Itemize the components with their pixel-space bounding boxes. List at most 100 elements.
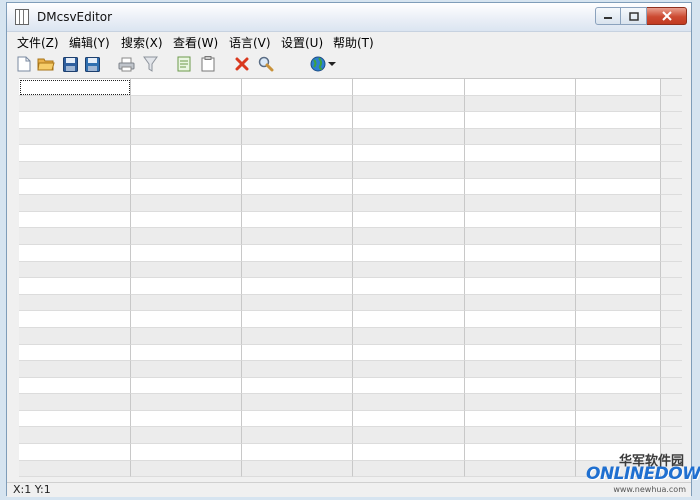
grid-cell[interactable] — [465, 245, 576, 262]
language-button[interactable] — [309, 55, 327, 73]
grid-cell[interactable] — [353, 262, 465, 279]
menu-view[interactable]: 查看(W) — [173, 34, 218, 51]
paste-button[interactable] — [199, 55, 217, 73]
save-button[interactable] — [61, 55, 79, 73]
menu-search[interactable]: 搜索(X) — [121, 34, 163, 51]
grid-cell[interactable] — [353, 179, 465, 196]
grid-cell[interactable] — [353, 162, 465, 179]
grid-cell[interactable] — [19, 427, 131, 444]
grid-cell[interactable] — [576, 96, 661, 113]
grid-cell[interactable] — [353, 245, 465, 262]
grid-cell[interactable] — [131, 295, 242, 312]
grid-cell[interactable] — [465, 444, 576, 461]
grid-cell[interactable] — [131, 262, 242, 279]
grid-cell[interactable] — [465, 295, 576, 312]
grid-cell[interactable] — [242, 96, 353, 113]
grid-cell[interactable] — [242, 79, 353, 96]
grid-cell[interactable] — [19, 295, 131, 312]
grid-cell[interactable] — [576, 328, 661, 345]
grid-cell[interactable] — [131, 444, 242, 461]
grid-cell[interactable] — [576, 295, 661, 312]
print-button[interactable] — [117, 55, 135, 73]
copy-button[interactable] — [175, 55, 193, 73]
grid-cell[interactable] — [242, 228, 353, 245]
grid-cell[interactable] — [242, 311, 353, 328]
grid-cell[interactable] — [576, 311, 661, 328]
grid-cell[interactable] — [576, 245, 661, 262]
grid-cell[interactable] — [576, 79, 661, 96]
grid-cell[interactable] — [131, 394, 242, 411]
grid-cell[interactable] — [465, 195, 576, 212]
grid-cell[interactable] — [465, 361, 576, 378]
grid-cell[interactable] — [19, 79, 131, 96]
grid-cell[interactable] — [576, 195, 661, 212]
grid-cell[interactable] — [576, 394, 661, 411]
grid-cell[interactable] — [242, 427, 353, 444]
menu-file[interactable]: 文件(Z) — [17, 34, 59, 51]
grid-cell[interactable] — [576, 278, 661, 295]
grid-cell[interactable] — [242, 245, 353, 262]
grid-cell[interactable] — [353, 145, 465, 162]
grid-cell[interactable] — [353, 278, 465, 295]
grid-cell[interactable] — [353, 311, 465, 328]
grid-cell[interactable] — [242, 145, 353, 162]
grid-cell[interactable] — [131, 278, 242, 295]
grid-cell[interactable] — [465, 311, 576, 328]
data-grid[interactable] — [19, 78, 682, 477]
grid-cell[interactable] — [242, 278, 353, 295]
grid-cell[interactable] — [465, 394, 576, 411]
grid-cell[interactable] — [131, 79, 242, 96]
grid-cell[interactable] — [576, 345, 661, 362]
grid-cell[interactable] — [242, 162, 353, 179]
grid-cell[interactable] — [353, 112, 465, 129]
grid-cell[interactable] — [19, 195, 131, 212]
grid-cell[interactable] — [353, 427, 465, 444]
grid-cell[interactable] — [465, 179, 576, 196]
grid-cell[interactable] — [353, 461, 465, 477]
grid-cell[interactable] — [131, 378, 242, 395]
grid-cell[interactable] — [131, 328, 242, 345]
minimize-button[interactable] — [595, 7, 621, 25]
filter-button[interactable] — [141, 55, 159, 73]
grid-cell[interactable] — [353, 79, 465, 96]
grid-cell[interactable] — [131, 96, 242, 113]
grid-cell[interactable] — [242, 129, 353, 146]
grid-cell[interactable] — [19, 378, 131, 395]
grid-cell[interactable] — [353, 129, 465, 146]
save-as-button[interactable] — [83, 55, 101, 73]
grid-cell[interactable] — [19, 96, 131, 113]
grid-cell[interactable] — [242, 444, 353, 461]
grid-cell[interactable] — [465, 162, 576, 179]
grid-cell[interactable] — [576, 145, 661, 162]
grid-cell[interactable] — [242, 361, 353, 378]
grid-cell[interactable] — [131, 112, 242, 129]
grid-cell[interactable] — [353, 394, 465, 411]
grid-cell[interactable] — [19, 345, 131, 362]
grid-cell[interactable] — [465, 461, 576, 477]
grid-cell[interactable] — [242, 461, 353, 477]
grid-cell[interactable] — [19, 278, 131, 295]
grid-cell[interactable] — [19, 245, 131, 262]
menu-help[interactable]: 帮助(T) — [333, 34, 374, 51]
grid-cell[interactable] — [576, 179, 661, 196]
grid-cell[interactable] — [576, 162, 661, 179]
grid-cell[interactable] — [353, 96, 465, 113]
grid-cell[interactable] — [131, 411, 242, 428]
menu-settings[interactable]: 设置(U) — [281, 34, 323, 51]
grid-cell[interactable] — [465, 411, 576, 428]
grid-cell[interactable] — [242, 295, 353, 312]
grid-cell[interactable] — [576, 228, 661, 245]
grid-cell[interactable] — [131, 195, 242, 212]
grid-cell[interactable] — [353, 361, 465, 378]
grid-cell[interactable] — [131, 461, 242, 477]
grid-cell[interactable] — [576, 411, 661, 428]
grid-cell[interactable] — [465, 129, 576, 146]
grid-cell[interactable] — [465, 345, 576, 362]
title-bar[interactable]: DMcsvEditor — [7, 3, 691, 32]
grid-cell[interactable] — [353, 228, 465, 245]
grid-cell[interactable] — [576, 361, 661, 378]
grid-cell[interactable] — [465, 212, 576, 229]
language-dropdown[interactable] — [327, 55, 337, 73]
grid-cell[interactable] — [353, 212, 465, 229]
grid-cell[interactable] — [19, 262, 131, 279]
